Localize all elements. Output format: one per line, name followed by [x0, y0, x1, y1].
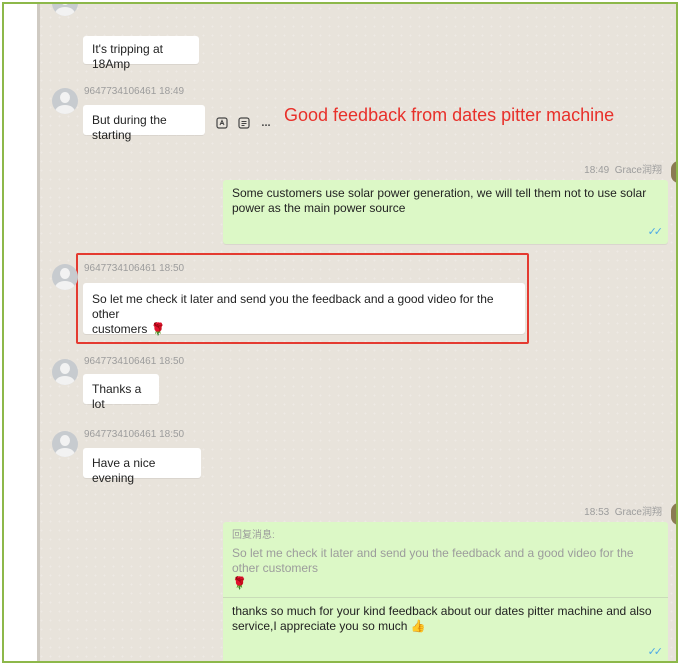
rose-emoji-icon: 🌹 [150, 322, 166, 336]
self-avatar[interactable] [671, 161, 676, 183]
avatar[interactable] [52, 264, 78, 290]
sender-number: 9647734106461 [84, 86, 157, 97]
read-receipt-icon: ✓✓ [647, 226, 664, 238]
avatar[interactable] [52, 431, 78, 457]
reply-label: 回复消息: [232, 530, 275, 541]
rose-emoji-icon: 🌹 [232, 576, 247, 590]
message-time: 18:49 [584, 165, 610, 176]
read-receipt-icon: ✓✓ [647, 646, 664, 658]
more-icon[interactable]: ... [257, 114, 275, 132]
quoted-text: So let me check it later and send you th… [232, 546, 634, 575]
quote-divider [223, 597, 668, 598]
avatar[interactable] [52, 88, 78, 114]
quoted-message[interactable]: So let me check it later and send you th… [232, 546, 659, 591]
quote-icon[interactable] [235, 114, 253, 132]
message-time: 18:53 [584, 507, 610, 518]
message-time: 18:50 [159, 429, 185, 440]
message-bubble[interactable]: It's tripping at 18Amp [83, 36, 199, 71]
message-meta: 18:53 Grace润翔 [584, 503, 662, 518]
annotation-text: Good feedback from dates pitter machine [284, 105, 615, 125]
message-meta: 9647734106461 18:50 [84, 356, 184, 367]
outgoing-message-bubble[interactable]: Some customers use solar power generatio… [223, 180, 668, 244]
message-bubble[interactable]: Thanks a lot [83, 374, 159, 411]
sender-number: 9647734106461 [84, 263, 157, 274]
message-text: So let me check it later and send you th… [92, 292, 494, 321]
message-time: 18:49 [159, 86, 185, 97]
message-meta: 9647734106461 18:50 [84, 263, 184, 274]
sender-number: 9647734106461 [84, 356, 157, 367]
sender-number: 9647734106461 [84, 429, 157, 440]
avatar[interactable] [52, 4, 78, 16]
message-bubble[interactable]: But during the starting [83, 105, 205, 142]
sender-name: Grace润翔 [614, 165, 662, 176]
message-bubble[interactable]: So let me check it later and send you th… [83, 283, 525, 336]
message-meta: 18:49 Grace润翔 [584, 161, 662, 176]
sender-name: Grace润翔 [614, 507, 662, 518]
avatar[interactable] [52, 359, 78, 385]
message-text: thanks so much for your kind feedback ab… [232, 604, 652, 633]
message-meta: 9647734106461 18:49 [84, 86, 184, 97]
message-text: Some customers use solar power generatio… [232, 186, 647, 215]
translate-icon[interactable] [213, 114, 231, 132]
message-meta: 9647734106461 18:50 [84, 429, 184, 440]
message-time: 18:50 [159, 263, 185, 274]
self-avatar[interactable] [671, 503, 676, 525]
screenshot-frame: It's tripping at 18Amp 9647734106461 18:… [2, 2, 678, 663]
message-text: customers [92, 322, 148, 336]
thumbs-up-emoji-icon: 👍 [410, 619, 426, 633]
message-time: 18:50 [159, 356, 185, 367]
message-bubble[interactable]: Have a nice evening [83, 448, 201, 485]
scroll-track[interactable] [37, 4, 40, 661]
outgoing-message-bubble[interactable]: 回复消息: So let me check it later and send … [223, 522, 668, 661]
message-hover-toolbar: ... [213, 114, 275, 132]
